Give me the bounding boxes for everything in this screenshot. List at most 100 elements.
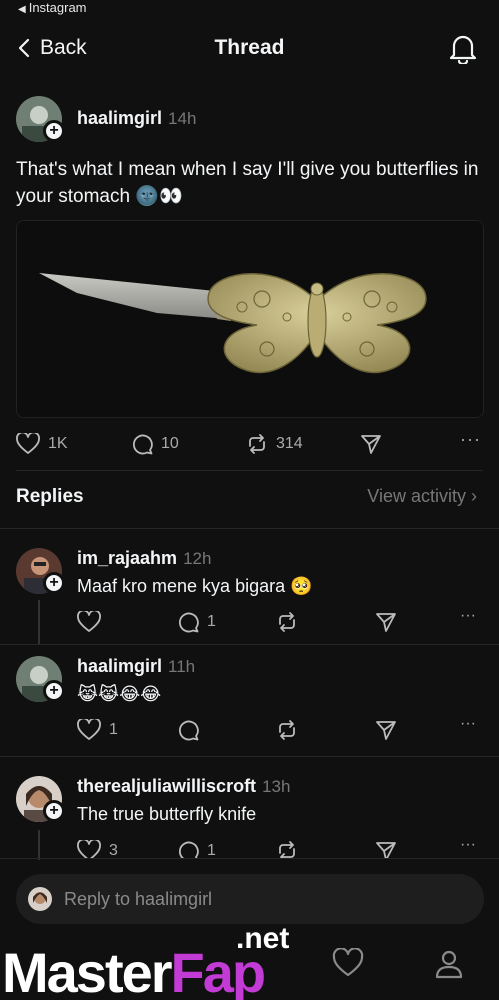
follow-plus-icon[interactable]: + (43, 120, 65, 142)
like-count: 1K (48, 435, 68, 452)
like-button[interactable]: 3 (77, 840, 118, 858)
reply-text: Maaf kro mene kya bigara 🥺 (77, 576, 313, 596)
back-label: Back (40, 36, 87, 59)
divider (0, 644, 499, 645)
more-icon: ··· (460, 840, 476, 853)
bell-icon (449, 35, 477, 66)
send-icon (376, 721, 396, 740)
reply-time: 11h (168, 657, 196, 676)
reply-username[interactable]: im_rajaahm (77, 548, 177, 568)
send-icon (376, 613, 396, 632)
share-button[interactable] (360, 433, 390, 455)
watermark-net: .net (236, 922, 290, 955)
more-button[interactable]: ··· (460, 840, 476, 854)
status-bar: ◀ Instagram (0, 0, 499, 18)
post-username[interactable]: haalimgirl (77, 108, 162, 128)
follow-plus-icon[interactable]: + (43, 680, 65, 702)
reply-time: 12h (183, 549, 212, 568)
comment-icon (133, 434, 153, 455)
comment-button[interactable]: 10 (131, 433, 179, 455)
divider (16, 470, 483, 471)
comment-count: 10 (161, 435, 179, 452)
repost-button[interactable] (276, 840, 306, 858)
reply-header: im_rajaahm 12h (77, 548, 211, 569)
share-button[interactable] (375, 611, 405, 633)
avatar (28, 887, 52, 911)
more-icon: ··· (460, 429, 481, 449)
repost-icon (279, 841, 295, 858)
tab-activity[interactable] (332, 947, 364, 983)
post-image[interactable] (16, 220, 484, 418)
more-button[interactable]: ··· (460, 607, 476, 625)
post-header: haalimgirl 14h (77, 108, 196, 129)
reply-username[interactable]: therealjuliawilliscroft (77, 776, 256, 796)
heart-icon (77, 840, 101, 858)
repost-icon (249, 434, 265, 454)
comment-icon (179, 841, 199, 858)
back-to-app-icon[interactable]: ◀ (18, 4, 26, 15)
post-actions: 1K 10 314 ··· (0, 429, 499, 459)
reply-text: 😹😹😂😂 (77, 684, 162, 704)
reply-actions: 1 ··· (0, 715, 499, 745)
more-icon: ··· (460, 715, 476, 732)
reply-username[interactable]: haalimgirl (77, 656, 162, 676)
divider (0, 858, 499, 859)
share-button[interactable] (375, 840, 405, 858)
divider (0, 528, 499, 529)
profile-icon (435, 950, 463, 979)
post-time: 14h (168, 109, 197, 128)
watermark-logo: MasterFap .net (0, 920, 310, 1000)
send-icon (376, 842, 396, 858)
reply-input[interactable] (64, 874, 464, 924)
tab-profile[interactable] (433, 948, 465, 985)
chevron-left-icon (18, 38, 30, 58)
divider (0, 756, 499, 757)
reply-composer (16, 874, 484, 924)
comment-count: 1 (207, 842, 216, 858)
repost-button[interactable] (276, 611, 306, 633)
view-activity-link[interactable]: View activity › (367, 486, 477, 507)
like-button[interactable] (77, 611, 109, 633)
repost-button[interactable] (276, 719, 306, 741)
like-button[interactable]: 1K (16, 433, 68, 455)
comment-icon (179, 720, 199, 741)
follow-plus-icon[interactable]: + (43, 572, 65, 594)
butterfly-knife-image (17, 221, 483, 417)
comment-button[interactable]: 1 (177, 840, 216, 858)
view-activity-label: View activity (367, 486, 466, 506)
reply-header: therealjuliawilliscroft 13h (77, 776, 290, 797)
reply-header: haalimgirl 11h (77, 656, 195, 677)
comment-count: 1 (207, 613, 216, 630)
more-button[interactable]: ··· (460, 715, 476, 733)
nav-bar: Back Thread (0, 30, 499, 70)
chevron-right-icon: › (471, 486, 477, 506)
heart-icon (77, 611, 101, 632)
back-button[interactable]: Back (18, 36, 87, 60)
like-button[interactable]: 1 (77, 719, 118, 741)
watermark-master: Master (2, 941, 173, 1000)
post-text: That's what I mean when I say I'll give … (16, 159, 479, 207)
comment-button[interactable] (177, 719, 207, 741)
replies-label: Replies (16, 486, 84, 507)
comment-button[interactable]: 1 (177, 611, 216, 633)
notification-button[interactable] (449, 32, 477, 69)
like-count: 3 (109, 842, 118, 858)
heart-icon (16, 433, 40, 454)
share-button[interactable] (375, 719, 405, 741)
repost-icon (279, 720, 295, 740)
repost-button[interactable]: 314 (246, 433, 303, 455)
send-icon (361, 435, 381, 454)
heart-icon (77, 719, 101, 740)
reply-actions: 1 ··· (0, 607, 499, 637)
repost-count: 314 (276, 435, 303, 452)
comment-icon (179, 612, 199, 633)
replies-header: Replies View activity › (16, 486, 483, 512)
reply-time: 13h (262, 777, 291, 796)
follow-plus-icon[interactable]: + (43, 800, 65, 822)
back-to-app-label[interactable]: Instagram (29, 0, 87, 15)
like-count: 1 (109, 721, 118, 738)
more-button[interactable]: ··· (460, 429, 481, 450)
reply-text: The true butterfly knife (77, 804, 257, 824)
repost-icon (279, 612, 295, 632)
reply-actions: 3 1 ··· (0, 840, 499, 858)
